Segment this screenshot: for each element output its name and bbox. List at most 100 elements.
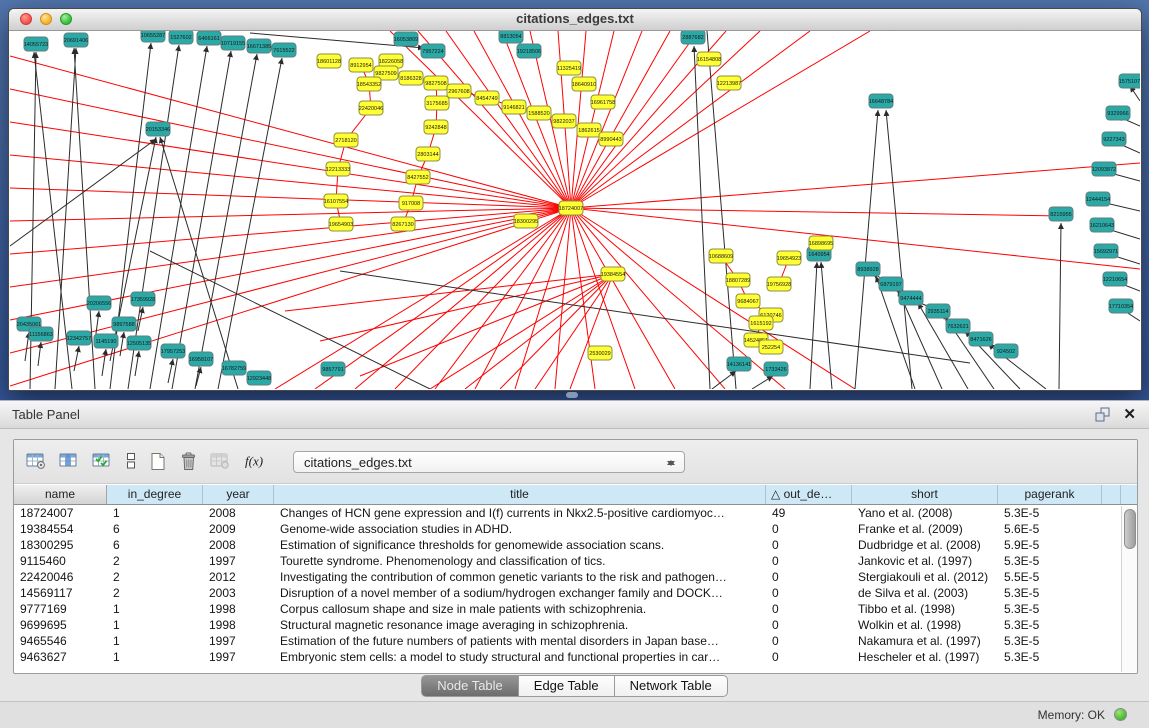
graph-node[interactable]: 9242848 xyxy=(424,120,448,134)
graph-node[interactable]: 10655287 xyxy=(141,31,165,42)
graph-node[interactable]: 18543352 xyxy=(357,77,381,91)
graph-node[interactable]: 20691406 xyxy=(64,33,88,47)
graph-node[interactable]: 15751074 xyxy=(1119,74,1140,88)
graph-node[interactable]: 1588520 xyxy=(527,106,551,120)
graph-node[interactable]: 9329966 xyxy=(1106,106,1130,120)
graph-node[interactable]: 1733426 xyxy=(764,362,788,376)
table-mode-icon[interactable] xyxy=(26,452,47,472)
graph-node[interactable]: 19756928 xyxy=(767,277,791,291)
graph-node[interactable]: 6466161 xyxy=(197,31,221,45)
graph-node[interactable]: 8267130 xyxy=(391,217,415,231)
float-panel-icon[interactable] xyxy=(1095,407,1111,422)
graph-node[interactable]: 9227343 xyxy=(1102,132,1126,146)
graph-node[interactable]: 12444154 xyxy=(1086,192,1110,206)
graph-node[interactable]: 1615192 xyxy=(749,316,773,330)
column-header-in_degree[interactable]: in_degree xyxy=(107,485,203,504)
column-header-title[interactable]: title xyxy=(274,485,766,504)
graph-node[interactable]: 18300295 xyxy=(514,214,538,228)
table-row[interactable]: 977716911998Corpus callosum shape and si… xyxy=(14,602,1121,618)
graph-node[interactable]: 7957224 xyxy=(421,44,445,58)
graph-node[interactable]: 1145190 xyxy=(94,334,118,348)
graph-node[interactable]: 15692971 xyxy=(1094,244,1118,258)
table-row[interactable]: 911546021997Tourette syndrome. Phenomeno… xyxy=(14,554,1121,570)
new-column-icon[interactable] xyxy=(149,452,167,472)
graph-node[interactable]: 19384554 xyxy=(601,267,625,281)
table-row[interactable]: 2242004622012Investigating the contribut… xyxy=(14,570,1121,586)
graph-node[interactable]: 7632621 xyxy=(946,319,970,333)
table-row[interactable]: 1872400712008Changes of HCN gene express… xyxy=(14,506,1121,522)
graph-node[interactable]: 12210654 xyxy=(1103,272,1127,286)
graph-node[interactable]: 16210643 xyxy=(1090,218,1114,232)
graph-node[interactable]: 8990443 xyxy=(599,132,623,146)
graph-node[interactable]: 18807289 xyxy=(726,273,750,287)
column-header-pagerank[interactable]: pagerank xyxy=(998,485,1102,504)
tab-edge-table[interactable]: Edge Table xyxy=(519,675,615,697)
column-header-year[interactable]: year xyxy=(203,485,274,504)
graph-node[interactable]: 8471626 xyxy=(969,332,993,346)
table-row[interactable]: 969969511998Structural magnetic resonanc… xyxy=(14,618,1121,634)
graph-node[interactable]: 16961758 xyxy=(591,95,615,109)
graph-node[interactable]: 8912954 xyxy=(349,58,373,72)
graph-node[interactable]: 10688609 xyxy=(709,249,733,263)
select-rows-icon[interactable] xyxy=(92,452,113,472)
graph-node[interactable]: 18640910 xyxy=(572,77,596,91)
graph-node[interactable]: 8938928 xyxy=(856,262,880,276)
graph-node[interactable]: 2887682 xyxy=(681,31,705,44)
close-button[interactable] xyxy=(20,13,32,25)
graph-node[interactable]: 16958107 xyxy=(189,352,213,366)
graph-node[interactable]: 16053809 xyxy=(394,32,418,46)
graph-node[interactable]: 8427552 xyxy=(406,170,430,184)
table-scrollbar[interactable] xyxy=(1121,506,1137,672)
graph-node[interactable]: 9897588 xyxy=(112,317,136,331)
graph-node[interactable]: 12213987 xyxy=(717,76,741,90)
memory-status-icon[interactable] xyxy=(1114,708,1127,721)
minimize-button[interactable] xyxy=(40,13,52,25)
table-row[interactable]: 1938455462009Genome-wide association stu… xyxy=(14,522,1121,538)
function-builder-icon[interactable]: f(x) xyxy=(243,452,267,472)
graph-node[interactable]: 9474444 xyxy=(899,291,923,305)
graph-node[interactable]: 19654923 xyxy=(777,251,801,265)
delete-table-icon[interactable] xyxy=(210,452,231,472)
graph-node[interactable]: 8813054 xyxy=(499,31,523,43)
graph-node[interactable]: 252254 xyxy=(759,340,783,354)
graph-node[interactable]: 16648784 xyxy=(869,94,893,108)
graph-node[interactable]: 2935114 xyxy=(926,304,950,318)
graph-node[interactable]: 2530029 xyxy=(588,346,612,360)
column-header-filler[interactable] xyxy=(1102,485,1121,504)
graph-node[interactable]: 16107554 xyxy=(324,194,348,208)
graph-node[interactable]: 9857791 xyxy=(321,362,345,376)
graph-node[interactable]: 6879197 xyxy=(879,277,903,291)
graph-node[interactable]: 2967608 xyxy=(447,84,471,98)
close-panel-icon[interactable]: ✕ xyxy=(1123,405,1136,423)
graph-node[interactable]: 11325419 xyxy=(557,61,581,75)
graph-node[interactable]: 18601128 xyxy=(317,54,341,68)
graph-node[interactable]: 7615522 xyxy=(272,43,296,57)
show-columns-icon[interactable] xyxy=(59,452,80,472)
scrollbar-thumb[interactable] xyxy=(1124,509,1136,549)
graph-node[interactable]: 10719155 xyxy=(221,36,245,50)
graph-node[interactable]: 9146821 xyxy=(502,100,526,114)
tab-network-table[interactable]: Network Table xyxy=(615,675,728,697)
graph-node[interactable]: 12342757 xyxy=(67,331,91,345)
graph-node[interactable]: 8454749 xyxy=(475,91,499,105)
network-table-select[interactable]: citations_edges.txt xyxy=(293,451,685,473)
graph-node[interactable]: 917008 xyxy=(399,196,423,210)
graph-node[interactable]: 12505135 xyxy=(127,336,151,350)
tab-node-table[interactable]: Node Table xyxy=(421,675,519,697)
panel-resize-handle[interactable] xyxy=(566,392,578,398)
graph-node[interactable]: 22420046 xyxy=(359,101,383,115)
table-row[interactable]: 1830029562008Estimation of significance … xyxy=(14,538,1121,554)
row-height-icon[interactable] xyxy=(125,452,137,472)
graph-node[interactable]: 17957253 xyxy=(161,344,185,358)
graph-node[interactable]: 16782759 xyxy=(222,361,246,375)
graph-node[interactable]: 17710354 xyxy=(1109,299,1133,313)
graph-node[interactable]: 9822037 xyxy=(552,114,576,128)
table-row[interactable]: 1456911722003Disruption of a novel membe… xyxy=(14,586,1121,602)
graph-node[interactable]: 16671385 xyxy=(247,39,271,53)
column-header-short[interactable]: short xyxy=(852,485,998,504)
graph-node[interactable]: 11156863 xyxy=(29,327,53,341)
graph-node[interactable]: 9827508 xyxy=(424,76,448,90)
graph-node[interactable]: 14136141 xyxy=(727,357,751,371)
graph-node[interactable]: 12093872 xyxy=(1092,162,1116,176)
graph-node[interactable]: 924502 xyxy=(994,344,1018,358)
